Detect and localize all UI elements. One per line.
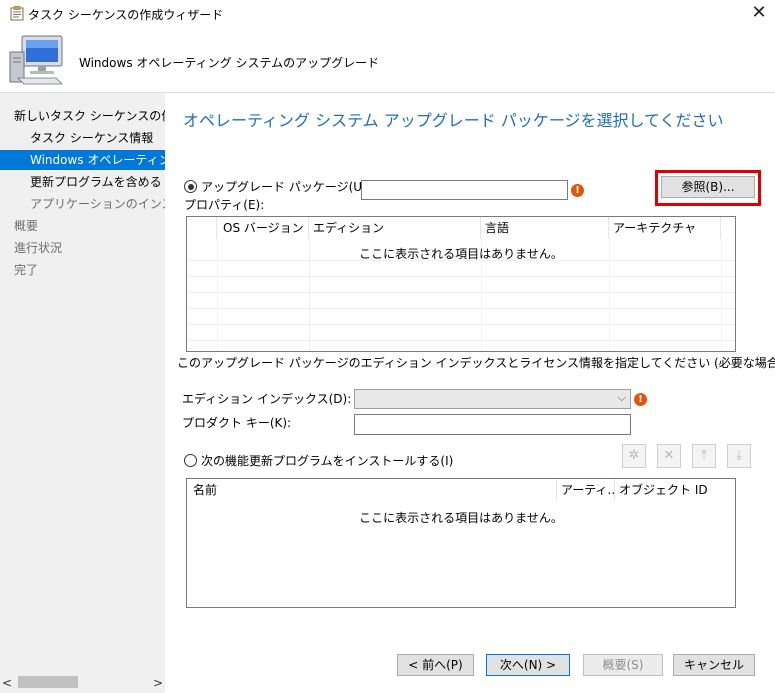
properties-empty-message: ここに表示される項目はありません。 — [359, 247, 563, 261]
cancel-button[interactable]: キャンセル — [673, 654, 755, 676]
edition-info-note: このアップグレード パッケージのエディション インデックスとライセンス情報を指定… — [177, 356, 775, 370]
scroll-left-icon[interactable]: < — [2, 676, 12, 690]
step-summary: 概要 — [14, 219, 39, 233]
feature-empty-message: ここに表示される項目はありません。 — [359, 511, 563, 525]
properties-label: プロパティ(E): — [184, 198, 265, 212]
wizard-app-icon — [10, 6, 24, 21]
step-completion: 完了 — [14, 263, 39, 277]
product-key-input[interactable] — [354, 414, 631, 435]
feature-update-label: 次の機能更新プログラムをインストールする(I) — [201, 454, 454, 468]
browse-button-label: 参照(B)... — [681, 180, 735, 194]
summary-button[interactable]: 概要(S) — [583, 654, 663, 676]
browse-button[interactable]: 参照(B)... — [661, 176, 755, 198]
delete-icon[interactable]: ✕ — [657, 444, 681, 468]
step-include-updates: 更新プログラムを含める — [30, 175, 162, 189]
step-progress: 進行状況 — [14, 241, 63, 255]
feature-update-radio[interactable] — [184, 454, 197, 467]
step-upgrade-os: Windows オペレーティング システムのアップグレード — [0, 150, 165, 170]
page-title: オペレーティング システム アップグレード パッケージを選択してください — [183, 111, 724, 130]
column-header-architecture[interactable]: アーティ... — [557, 479, 615, 501]
step-install-applications: アプリケーションのインストール — [30, 197, 165, 211]
upgrade-package-input[interactable] — [361, 180, 568, 200]
grid-line — [187, 308, 735, 309]
properties-list[interactable]: OS バージョン エディション 言語 アーキテクチャ ここに表示される項目はあり… — [186, 216, 736, 352]
scrollbar-thumb[interactable] — [18, 676, 78, 688]
wizard-header-title: Windows オペレーティング システムのアップグレード — [79, 56, 380, 70]
column-header-name[interactable]: 名前 — [187, 479, 557, 501]
edition-index-dropdown[interactable]: ⌵ — [354, 389, 631, 409]
error-icon: ! — [634, 393, 647, 406]
window-title: タスク シーケンスの作成ウィザード — [28, 8, 224, 22]
feature-update-list[interactable]: 名前 アーティ... オブジェクト ID ここに表示される項目はありません。 — [186, 478, 736, 608]
grid-line — [187, 276, 735, 277]
column-header[interactable] — [187, 217, 217, 239]
grid-line — [187, 324, 735, 325]
column-header-language[interactable]: 言語 — [481, 217, 609, 239]
column-header-os-version[interactable]: OS バージョン — [217, 217, 309, 239]
next-button-label: 次へ(N) > — [499, 658, 557, 672]
next-button[interactable]: 次へ(N) > — [486, 654, 570, 676]
edition-index-label: エディション インデックス(D): — [182, 392, 352, 406]
error-icon: ! — [571, 184, 584, 197]
cancel-button-label: キャンセル — [683, 658, 744, 672]
grid-line — [187, 340, 735, 341]
upgrade-package-label: アップグレード パッケージ(U): — [201, 180, 371, 194]
upgrade-package-radio[interactable] — [184, 180, 197, 193]
close-icon[interactable]: ✕ — [748, 2, 770, 24]
wizard-steps-sidebar: 新しいタスク シーケンスの作成 タスク シーケンス情報 Windows オペレー… — [0, 93, 165, 671]
back-button-label: < 前へ(P) — [408, 658, 463, 672]
move-up-icon[interactable]: ⤒ — [692, 444, 716, 468]
step-task-sequence-info: タスク シーケンス情報 — [30, 131, 154, 145]
product-key-label: プロダクト キー(K): — [182, 416, 292, 430]
star-icon[interactable]: ✲ — [622, 444, 646, 468]
grid-line — [187, 292, 735, 293]
column-header-object-id[interactable]: オブジェクト ID — [615, 479, 735, 501]
column-header-architecture[interactable]: アーキテクチャ — [609, 217, 721, 239]
computer-icon — [9, 35, 63, 85]
summary-button-label: 概要(S) — [602, 658, 644, 672]
scroll-right-icon[interactable]: > — [153, 676, 163, 690]
move-down-icon[interactable]: ⤓ — [727, 444, 751, 468]
chevron-down-icon[interactable]: ⌵ — [618, 391, 626, 405]
back-button[interactable]: < 前へ(P) — [397, 654, 474, 676]
step-create-task-sequence: 新しいタスク シーケンスの作成 — [14, 109, 165, 123]
column-header-edition[interactable]: エディション — [309, 217, 481, 239]
